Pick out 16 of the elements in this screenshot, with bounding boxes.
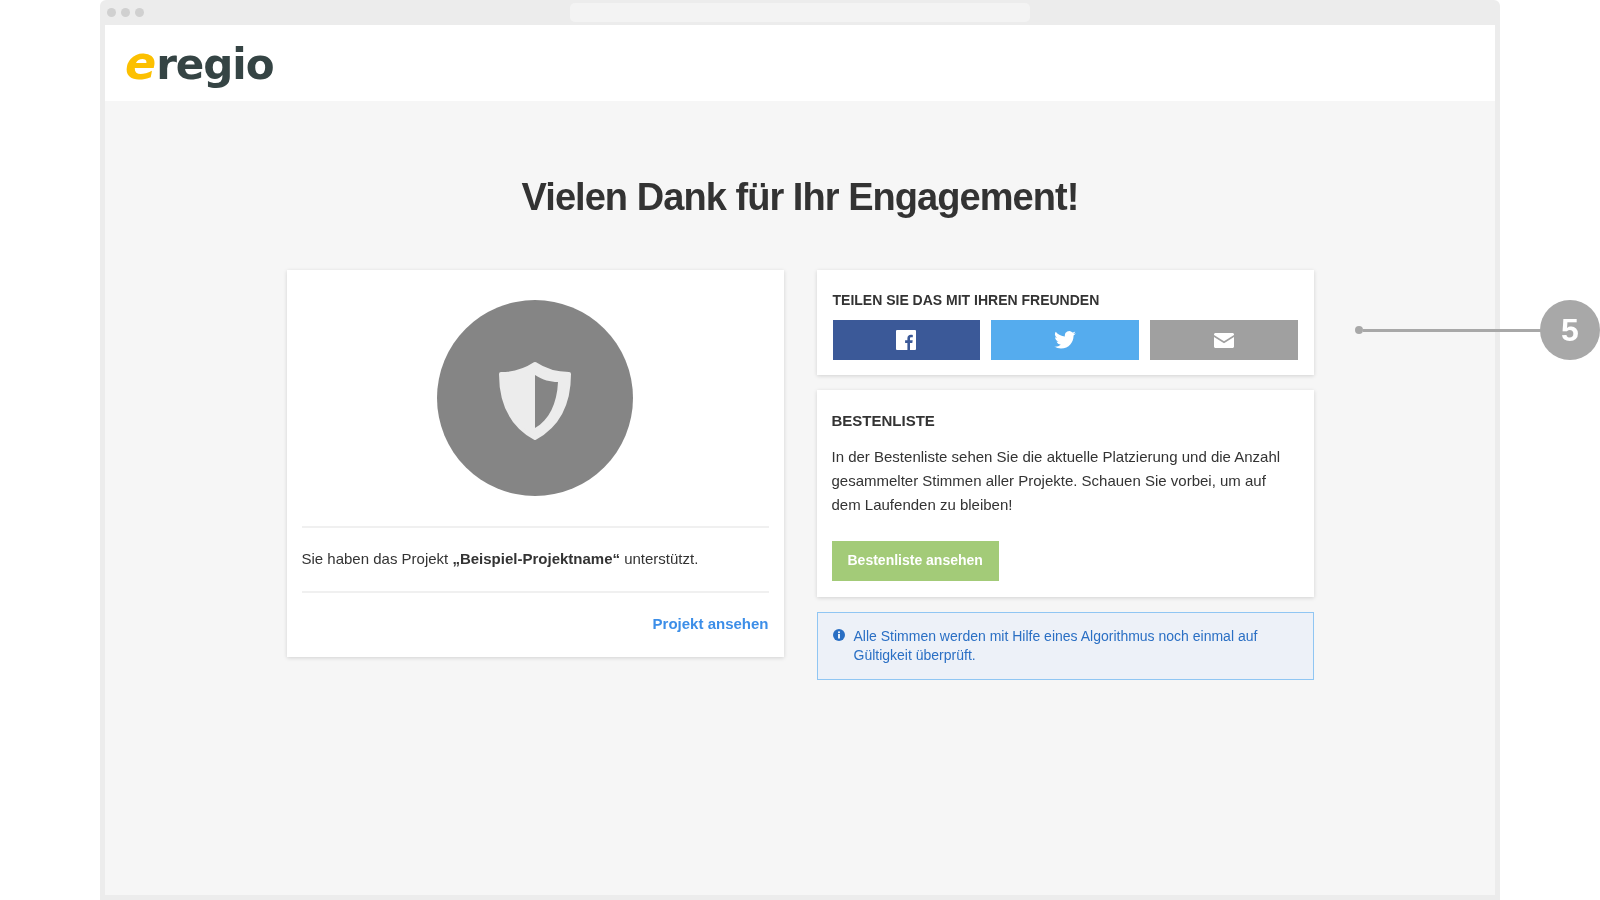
leaderboard-title: BESTENLISTE xyxy=(831,411,936,431)
shield-icon xyxy=(437,300,633,496)
leaderboard-button[interactable]: Bestenliste ansehen xyxy=(831,540,999,581)
logo[interactable]: eregio xyxy=(125,40,274,86)
share-button[interactable] xyxy=(832,320,981,360)
bird-icon xyxy=(1054,331,1076,349)
page-heading: Vielen Dank für Ihr Engagement! xyxy=(521,175,1079,220)
info-text: Alle Stimmen werden mit Hilfe eines Algorithmus noch einmal auf Gültigkeit überprüft. xyxy=(853,626,1259,665)
support-message: Sie haben das Projekt „Beispiel-Projektname“ unterstützt. xyxy=(301,528,769,593)
leaderboard-description: In der Bestenliste sehen Sie die aktuelle Platzierung und die Anzahl gesammelter Stimmen aller Projekte. Schauen Sie vorbei, um auf dem Laufenden zu bleiben! xyxy=(831,446,1282,515)
share-title: TEILEN SIE DAS MIT IHREN FREUNDEN xyxy=(832,291,1101,310)
envelope-icon xyxy=(1213,332,1234,348)
project-link[interactable]: Projekt ansehen xyxy=(652,612,769,635)
info-icon xyxy=(832,628,845,641)
callout-badge: 5 xyxy=(1540,300,1600,360)
facebook-icon xyxy=(896,330,917,350)
